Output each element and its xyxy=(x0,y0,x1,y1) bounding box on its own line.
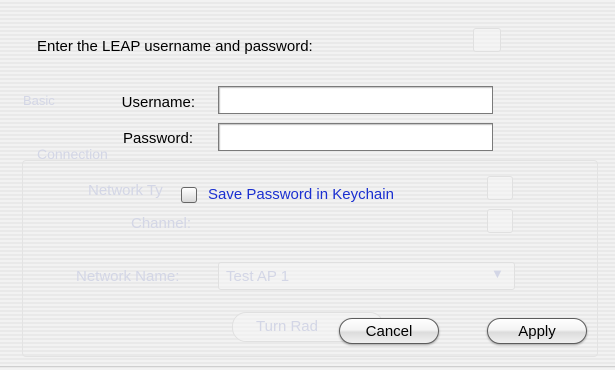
save-password-checkbox[interactable] xyxy=(181,187,197,203)
window-bottom-edge xyxy=(0,366,615,367)
password-field[interactable] xyxy=(218,123,493,151)
background-turn-radio-label: Turn Rad xyxy=(256,318,318,335)
username-field[interactable] xyxy=(218,86,493,114)
background-network-type-label: Network Ty xyxy=(88,182,163,199)
background-popup xyxy=(473,28,501,52)
apply-button[interactable]: Apply xyxy=(487,318,587,344)
background-network-name-value: Test AP 1 xyxy=(226,268,290,285)
background-tab-basic: Basic xyxy=(23,93,55,108)
background-network-type-popup xyxy=(487,176,513,200)
username-label: Username: xyxy=(121,94,195,111)
background-group-title: Connection xyxy=(37,146,108,162)
save-password-label[interactable]: Save Password in Keychain xyxy=(208,186,394,203)
cancel-button[interactable]: Cancel xyxy=(339,318,439,344)
prompt-text: Enter the LEAP username and password: xyxy=(37,38,313,55)
background-network-name-label: Network Name: xyxy=(76,268,180,285)
password-label: Password: xyxy=(122,130,193,147)
background-channel-label: Channel: xyxy=(131,215,192,232)
background-channel-popup xyxy=(487,209,513,233)
background-combo-arrow-icon: ▼ xyxy=(491,266,504,281)
